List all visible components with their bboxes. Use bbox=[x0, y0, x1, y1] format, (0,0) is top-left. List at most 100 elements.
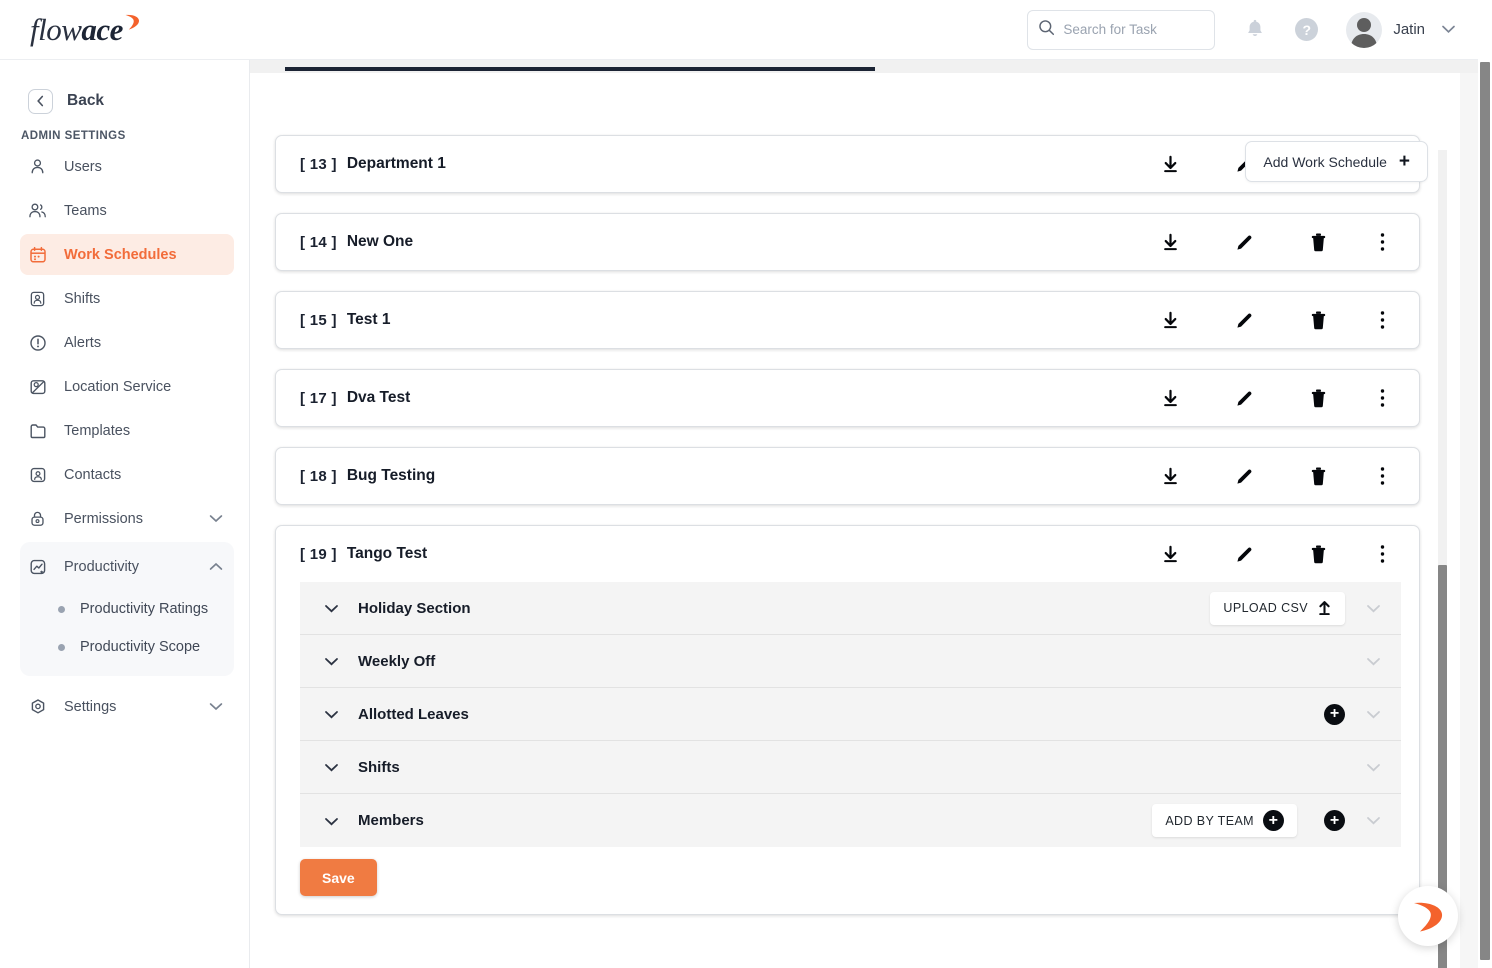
help-icon[interactable]: ? bbox=[1295, 18, 1319, 41]
schedule-row-header[interactable]: [ 18 ] Bug Testing bbox=[276, 448, 1419, 504]
delete-icon[interactable] bbox=[1281, 310, 1355, 331]
sidebar-item-productivity[interactable]: Productivity bbox=[20, 546, 234, 587]
chevron-up-icon[interactable] bbox=[209, 560, 223, 574]
page-scrollbar-track[interactable] bbox=[1478, 0, 1492, 968]
chevron-down-icon[interactable] bbox=[209, 700, 223, 714]
sidebar-item-templates[interactable]: Templates bbox=[20, 410, 234, 451]
schedule-row-header[interactable]: [ 15 ] Test 1 bbox=[276, 292, 1419, 348]
flowace-assistant-button[interactable] bbox=[1398, 886, 1458, 946]
notifications-bell-icon[interactable] bbox=[1245, 19, 1265, 41]
sidebar-item-teams[interactable]: Teams bbox=[20, 190, 234, 231]
accordion-allotted-leaves[interactable]: Allotted Leaves + bbox=[300, 688, 1401, 741]
edit-icon[interactable] bbox=[1207, 544, 1281, 565]
chevron-down-icon[interactable] bbox=[324, 653, 344, 669]
more-options-icon[interactable] bbox=[1355, 310, 1409, 330]
row-actions bbox=[1133, 310, 1409, 331]
schedules-scroll-container[interactable]: [ 12 ] Test Jatin [ 13 ] Dep bbox=[250, 119, 1460, 968]
accordion-actions: + bbox=[1324, 703, 1401, 725]
accordion-members[interactable]: Members ADD BY TEAM + + bbox=[300, 794, 1401, 847]
sidebar-item-settings[interactable]: Settings bbox=[20, 686, 234, 727]
chevron-down-icon[interactable] bbox=[324, 813, 344, 829]
delete-icon[interactable] bbox=[1281, 466, 1355, 487]
edit-icon[interactable] bbox=[1207, 310, 1281, 331]
row-actions bbox=[1133, 466, 1409, 487]
table-row[interactable]: [ 17 ] Dva Test bbox=[275, 369, 1420, 427]
table-row[interactable]: [ 18 ] Bug Testing bbox=[275, 447, 1420, 505]
sidebar-subitem-productivity-scope[interactable]: Productivity Scope bbox=[20, 628, 234, 666]
sidebar-label: Teams bbox=[64, 202, 107, 219]
expand-chevron-icon[interactable] bbox=[1345, 710, 1401, 719]
edit-icon[interactable] bbox=[1207, 232, 1281, 253]
accordion-actions: ADD BY TEAM + + bbox=[1152, 804, 1401, 837]
chevron-down-icon[interactable] bbox=[324, 759, 344, 775]
more-options-icon[interactable] bbox=[1355, 466, 1409, 486]
sidebar-item-shifts[interactable]: Shifts bbox=[20, 278, 234, 319]
table-row[interactable]: [ 14 ] New One bbox=[275, 213, 1420, 271]
sidebar-item-users[interactable]: Users bbox=[20, 146, 234, 187]
settings-icon bbox=[28, 697, 47, 716]
flowace-logo[interactable]: flow ace bbox=[30, 12, 140, 48]
chevron-down-icon[interactable] bbox=[1441, 22, 1456, 37]
row-actions bbox=[1133, 544, 1409, 565]
add-by-team-button[interactable]: ADD BY TEAM + bbox=[1152, 804, 1297, 837]
delete-icon[interactable] bbox=[1281, 388, 1355, 409]
download-icon[interactable] bbox=[1133, 310, 1207, 331]
search-input[interactable] bbox=[1063, 22, 1204, 37]
delete-icon[interactable] bbox=[1281, 544, 1355, 565]
sidebar-item-permissions[interactable]: Permissions bbox=[20, 498, 234, 539]
logo-swoosh-icon bbox=[124, 13, 140, 36]
sidebar-label: Settings bbox=[64, 698, 117, 715]
chevron-down-icon[interactable] bbox=[209, 512, 223, 526]
folder-icon bbox=[28, 421, 47, 440]
add-work-schedule-label: Add Work Schedule bbox=[1263, 153, 1387, 170]
add-leave-button[interactable]: + bbox=[1324, 703, 1345, 725]
expand-chevron-icon[interactable] bbox=[1345, 763, 1401, 772]
download-icon[interactable] bbox=[1133, 544, 1207, 565]
more-options-icon[interactable] bbox=[1355, 232, 1409, 252]
sidebar-label: Templates bbox=[64, 422, 131, 439]
sidebar-item-location-service[interactable]: Location Service bbox=[20, 366, 234, 407]
add-work-schedule-button[interactable]: Add Work Schedule + bbox=[1245, 141, 1428, 182]
edit-icon[interactable] bbox=[1207, 388, 1281, 409]
expand-chevron-icon[interactable] bbox=[1345, 657, 1401, 666]
chevron-down-icon[interactable] bbox=[324, 706, 344, 722]
accordion-weekly-off[interactable]: Weekly Off bbox=[300, 635, 1401, 688]
sidebar-item-contacts[interactable]: Contacts bbox=[20, 454, 234, 495]
avatar[interactable] bbox=[1346, 11, 1383, 48]
add-member-button[interactable]: + bbox=[1324, 810, 1345, 831]
accordion-label: Holiday Section bbox=[358, 599, 471, 617]
accordion-shifts[interactable]: Shifts bbox=[300, 741, 1401, 794]
accordion-holiday-section[interactable]: Holiday Section UPLOAD CSV bbox=[300, 582, 1401, 635]
sidebar-item-alerts[interactable]: Alerts bbox=[20, 322, 234, 363]
user-name-label: Jatin bbox=[1393, 21, 1425, 38]
delete-icon[interactable] bbox=[1281, 232, 1355, 253]
main-content-area: Add Work Schedule + [ 12 ] Test Jatin bbox=[250, 60, 1478, 968]
page-scrollbar-thumb[interactable] bbox=[1480, 62, 1490, 960]
back-button[interactable]: Back bbox=[28, 80, 249, 122]
chevron-down-icon[interactable] bbox=[324, 600, 344, 616]
table-row-expanded[interactable]: [ 19 ] Tango Test Holiday Section UPLOAD… bbox=[275, 525, 1420, 915]
calendar-icon bbox=[28, 245, 47, 264]
sidebar-label: Productivity bbox=[64, 558, 139, 575]
download-icon[interactable] bbox=[1133, 232, 1207, 253]
schedule-row-header[interactable]: [ 17 ] Dva Test bbox=[276, 370, 1419, 426]
sidebar: Back ADMIN SETTINGS Users Teams Work Sch… bbox=[0, 60, 250, 968]
download-icon[interactable] bbox=[1133, 154, 1207, 175]
schedule-row-header[interactable]: [ 14 ] New One bbox=[276, 214, 1419, 270]
sidebar-subitem-productivity-ratings[interactable]: Productivity Ratings bbox=[20, 590, 234, 628]
expand-chevron-icon[interactable] bbox=[1345, 816, 1401, 825]
download-icon[interactable] bbox=[1133, 466, 1207, 487]
more-options-icon[interactable] bbox=[1355, 388, 1409, 408]
schedule-row-header[interactable]: [ 19 ] Tango Test bbox=[276, 526, 1419, 582]
upload-csv-button[interactable]: UPLOAD CSV bbox=[1210, 591, 1345, 625]
accordion-label: Shifts bbox=[358, 758, 400, 776]
table-row[interactable]: [ 15 ] Test 1 bbox=[275, 291, 1420, 349]
search-box[interactable] bbox=[1027, 9, 1216, 50]
inner-scrollbar-track[interactable] bbox=[1438, 150, 1447, 968]
sidebar-item-work-schedules[interactable]: Work Schedules bbox=[20, 234, 234, 275]
download-icon[interactable] bbox=[1133, 388, 1207, 409]
expand-chevron-icon[interactable] bbox=[1345, 604, 1401, 613]
more-options-icon[interactable] bbox=[1355, 544, 1409, 564]
save-button[interactable]: Save bbox=[300, 859, 377, 896]
edit-icon[interactable] bbox=[1207, 466, 1281, 487]
